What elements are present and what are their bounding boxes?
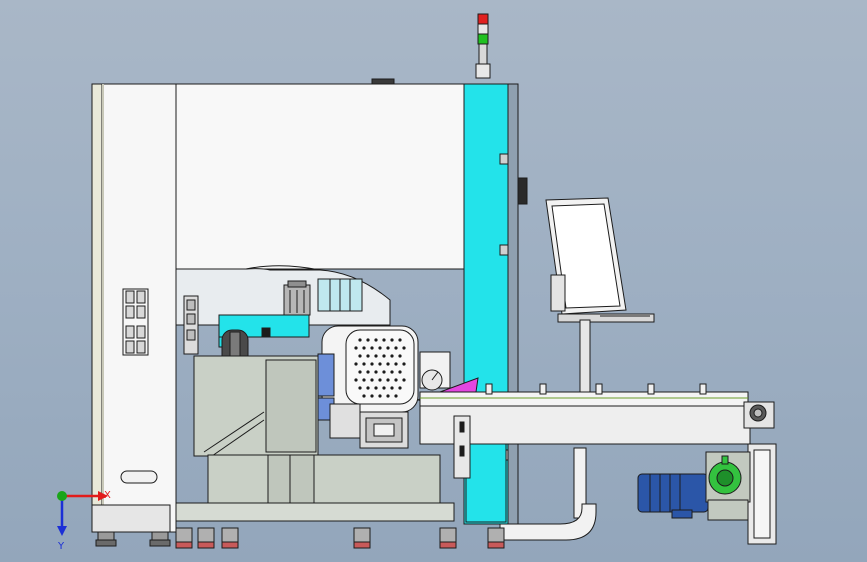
- y-axis-label: Y: [57, 541, 65, 552]
- upper-housing: [175, 78, 467, 326]
- machine-drawing: X Y: [57, 13, 777, 552]
- x-axis-label: X: [104, 490, 111, 501]
- left-cabinet: [91, 83, 177, 533]
- cad-viewport[interactable]: X Y: [0, 0, 867, 562]
- signal-tower-icon: [475, 13, 491, 79]
- motor-icon: [637, 451, 751, 521]
- monitor-icon: [545, 197, 655, 411]
